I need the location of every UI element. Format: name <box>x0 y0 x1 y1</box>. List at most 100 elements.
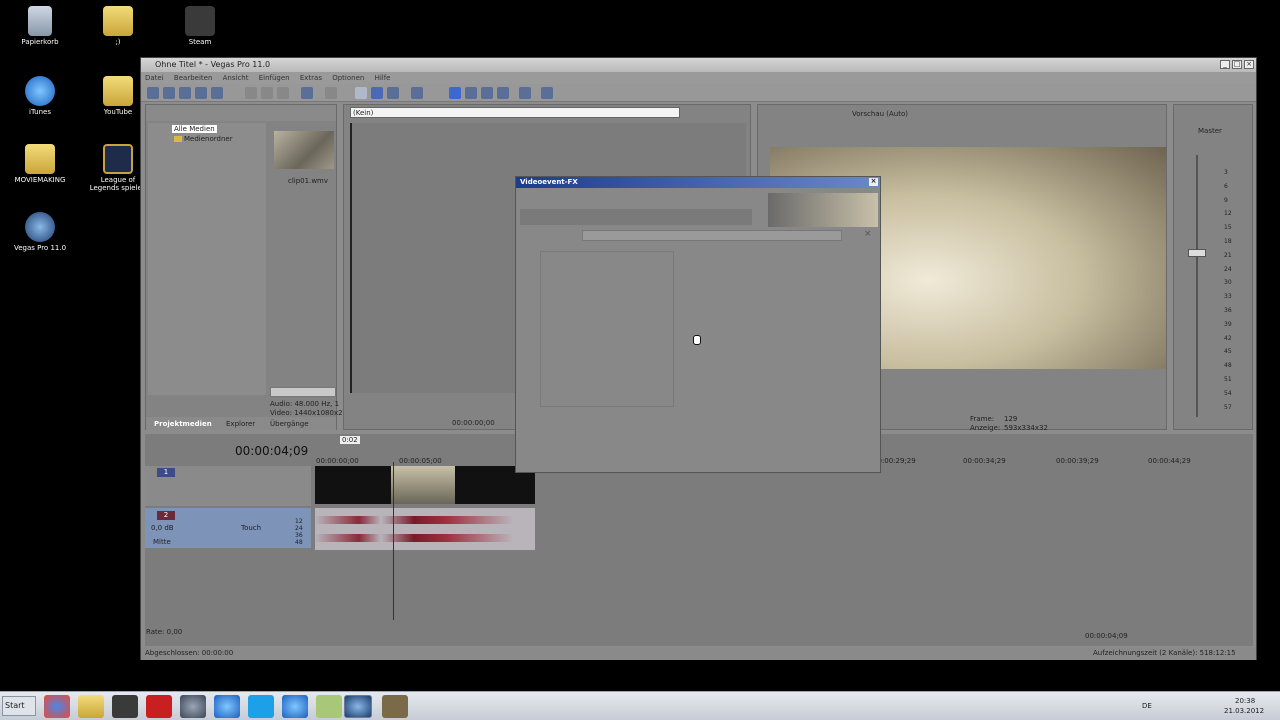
status-right: Aufzeichnungszeit (2 Kanäle): 518:12:15 <box>1093 649 1236 657</box>
properties-tool-icon[interactable] <box>519 87 531 99</box>
itunes-2-icon[interactable] <box>282 695 308 718</box>
media-info-video: Video: 1440x1080x2 <box>270 409 343 417</box>
vegas-pro-icon[interactable] <box>344 695 372 718</box>
audio-app-icon[interactable] <box>180 695 206 718</box>
itunes-icon[interactable] <box>214 695 240 718</box>
menu-hilfe[interactable]: Hilfe <box>371 72 395 84</box>
cut-icon[interactable] <box>245 87 257 99</box>
desktop-icon-folder[interactable]: ;) <box>88 6 148 46</box>
tree-all-media[interactable]: Alle Medien <box>172 125 217 133</box>
normal-edit-tool-icon[interactable] <box>449 87 461 99</box>
trimmer-selector[interactable]: (Kein) <box>350 107 680 118</box>
youtube-icon[interactable] <box>146 695 172 718</box>
clock-date[interactable]: 21.03.2012 <box>1224 707 1264 715</box>
selection-tool-icon[interactable] <box>481 87 493 99</box>
envelope-tool-icon[interactable] <box>465 87 477 99</box>
desktop-icon-label: iTunes <box>29 108 51 116</box>
taskbar: Start DE 20:38 21.03.2012 <box>0 691 1280 720</box>
meter-scale-label: 36 <box>1224 307 1232 314</box>
menu-ansicht[interactable]: Ansicht <box>219 72 253 84</box>
copy-icon[interactable] <box>261 87 273 99</box>
timeline-playhead[interactable] <box>393 462 394 620</box>
ruler-label-1: 00:00:05;00 <box>399 457 442 465</box>
media-file-name[interactable]: clip01.wmv <box>288 177 328 185</box>
video-track-header[interactable]: 1 <box>145 466 311 506</box>
steam-icon[interactable] <box>112 695 138 718</box>
render-icon[interactable] <box>211 87 223 99</box>
trimmer-selector-value: (Kein) <box>353 109 374 117</box>
menu-extras[interactable]: Extras <box>296 72 326 84</box>
start-label: Start <box>5 701 25 710</box>
menu-datei[interactable]: Datei <box>141 72 168 84</box>
undo-icon[interactable] <box>301 87 313 99</box>
minimize-button[interactable]: _ <box>1220 60 1230 69</box>
skype-icon[interactable] <box>248 695 274 718</box>
videoevent-fx-dialog: Videoevent-FX × × <box>515 176 881 473</box>
maximize-button[interactable]: □ <box>1232 60 1242 69</box>
meter-scale-label: 33 <box>1224 293 1232 301</box>
paste-icon[interactable] <box>277 87 289 99</box>
auto-crossfade-icon[interactable] <box>371 87 383 99</box>
menu-bearbeiten[interactable]: Bearbeiten <box>170 72 216 84</box>
save-icon[interactable] <box>179 87 191 99</box>
explorer-icon[interactable] <box>78 695 104 718</box>
lock-envelopes-icon[interactable] <box>411 87 423 99</box>
tab-explorer[interactable]: Explorer <box>226 420 255 428</box>
ruler-label-3: 00:00:34;29 <box>963 457 1006 465</box>
tab-transitions[interactable]: Übergänge <box>270 420 309 428</box>
meter-scale-label: 15 <box>1224 224 1232 232</box>
snap-icon[interactable] <box>355 87 367 99</box>
dialog-preset-dropdown[interactable] <box>582 230 842 241</box>
language-indicator[interactable]: DE <box>1142 702 1152 710</box>
menu-einfuegen[interactable]: Einfügen <box>255 72 294 84</box>
ripple-edit-icon[interactable] <box>387 87 399 99</box>
tab-project-media[interactable]: Projektmedien <box>154 420 212 428</box>
audio-event[interactable] <box>315 508 535 550</box>
new-project-icon[interactable] <box>147 87 159 99</box>
project-media-panel: Alle Medien Medienordner clip01.wmv Audi… <box>145 104 343 430</box>
chrome-icon[interactable] <box>44 695 70 718</box>
start-button[interactable]: Start <box>2 696 36 716</box>
zoom-tool-icon[interactable] <box>497 87 509 99</box>
media-thumbnail[interactable] <box>274 131 334 169</box>
close-button[interactable]: × <box>1244 60 1254 69</box>
audio-waveform-bottom <box>315 534 535 542</box>
folder-icon <box>174 136 182 142</box>
tree-media-folder[interactable]: Medienordner <box>184 135 233 143</box>
desktop-icon-vegas[interactable]: Vegas Pro 11.0 <box>10 212 70 252</box>
help-icon[interactable] <box>541 87 553 99</box>
generic-app-icon[interactable] <box>382 695 408 718</box>
desktop-icon-youtube[interactable]: YouTube <box>88 76 148 116</box>
media-tabs: Projektmedien Explorer Übergänge <box>146 417 336 430</box>
redo-icon[interactable] <box>325 87 337 99</box>
desktop-icon-steam[interactable]: Steam <box>170 6 230 46</box>
open-icon[interactable] <box>163 87 175 99</box>
desktop-icon-recycle-bin[interactable]: Papierkorb <box>10 6 70 46</box>
title-bar: Ohne Titel * - Vegas Pro 11.0 _ □ × <box>141 58 1256 72</box>
master-fader-handle[interactable] <box>1188 249 1206 257</box>
dialog-title: Videoevent-FX <box>520 178 578 186</box>
desktop-icon-label: League of Legends spielen <box>89 176 147 192</box>
notepad-icon[interactable] <box>316 695 342 718</box>
video-track-number: 1 <box>157 468 175 477</box>
dialog-remove-preset-button[interactable]: × <box>864 230 874 240</box>
desktop-icon-league-of-legends[interactable]: League of Legends spielen <box>88 144 148 192</box>
properties-icon[interactable] <box>195 87 207 99</box>
media-scrollbar[interactable] <box>270 387 336 397</box>
video-event[interactable] <box>315 466 535 504</box>
desktop-icon-moviemaking[interactable]: MOVIEMAKING <box>10 144 70 184</box>
audio-pan[interactable]: Mitte <box>153 538 171 546</box>
preview-mode-dropdown[interactable]: Vorschau (Auto) <box>852 110 908 118</box>
audio-track-header[interactable]: 2 0,0 dB Mitte Touch 12 24 36 48 <box>145 508 311 548</box>
desktop-icon-itunes[interactable]: iTunes <box>10 76 70 116</box>
automation-mode[interactable]: Touch <box>241 524 261 532</box>
dialog-plugin-list <box>540 251 674 407</box>
desktop-icon-label: MOVIEMAKING <box>14 176 66 184</box>
window-title: Ohne Titel * - Vegas Pro 11.0 <box>155 60 271 69</box>
audio-volume[interactable]: 0,0 dB <box>151 524 174 532</box>
dialog-close-button[interactable]: × <box>869 178 878 186</box>
menu-optionen[interactable]: Optionen <box>328 72 368 84</box>
clock-time[interactable]: 20:38 <box>1235 697 1255 705</box>
transport-timecode: 00:00:04;09 <box>1085 632 1128 640</box>
meter-scale-label: 9 <box>1224 196 1228 204</box>
